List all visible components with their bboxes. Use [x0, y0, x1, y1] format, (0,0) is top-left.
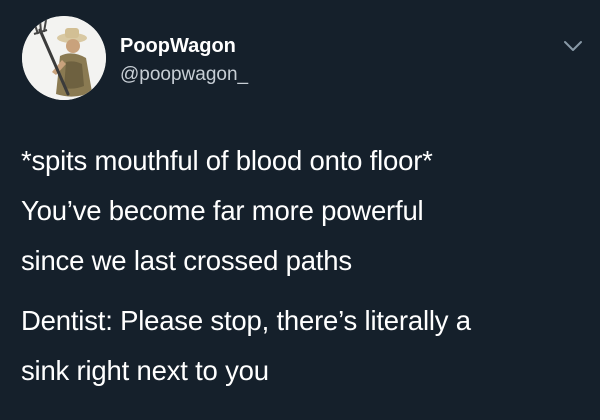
tweet-text-line: You’ve become far more powerful	[21, 195, 424, 226]
avatar[interactable]	[22, 16, 106, 100]
tweet-text-line: since we last crossed paths	[21, 245, 352, 276]
tweet-text-line: Dentist: Please stop, there’s literally …	[21, 305, 471, 336]
tweet-text: *spits mouthful of blood onto floor* You…	[21, 136, 591, 396]
tweet-text-line: *spits mouthful of blood onto floor*	[21, 145, 433, 176]
tweet-text-line: sink right next to you	[21, 355, 269, 386]
user-handle[interactable]: @poopwagon_	[120, 63, 248, 87]
chevron-down-icon[interactable]	[562, 37, 584, 55]
display-name[interactable]: PoopWagon	[120, 34, 236, 58]
tweet-card: PoopWagon @poopwagon_ *spits mouthful of…	[0, 0, 600, 420]
pitchfork-farmer-avatar-icon	[22, 16, 106, 100]
